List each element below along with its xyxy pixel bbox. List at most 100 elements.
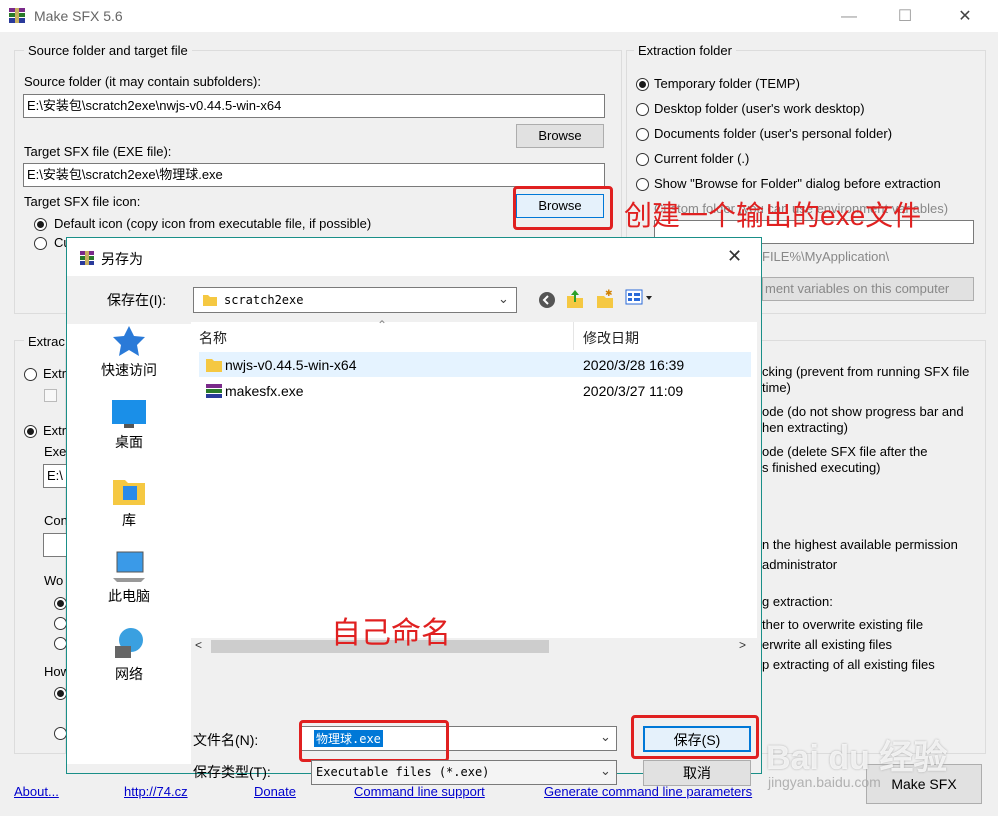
highlight-browse-box: [513, 186, 613, 230]
dialog-close-icon[interactable]: ✕: [727, 246, 742, 267]
desktop-folder-radio[interactable]: [636, 103, 649, 116]
command-line-link[interactable]: Command line support: [354, 784, 485, 799]
wo-label: Wo: [44, 573, 64, 588]
option-line-2: time): [762, 380, 791, 395]
disabled-checkbox[interactable]: [44, 389, 57, 402]
close-button[interactable]: ✕: [942, 4, 988, 30]
default-icon-radio[interactable]: [34, 218, 47, 231]
browse-source-button[interactable]: Browse: [516, 124, 604, 148]
custom-icon-radio[interactable]: [34, 237, 47, 250]
file-row[interactable]: makesfx.exe 2020/3/27 11:09: [199, 378, 751, 403]
maximize-button[interactable]: ☐: [882, 4, 928, 30]
website-link[interactable]: http://74.cz: [124, 784, 188, 799]
option-line-12: p extracting of all existing files: [762, 657, 935, 672]
filename-label: 文件名(N):: [193, 732, 259, 748]
place-label: 网络: [115, 666, 143, 682]
file-date: 2020/3/28 16:39: [583, 357, 685, 373]
scroll-right-icon[interactable]: >: [739, 638, 746, 652]
exe-input[interactable]: E:\: [43, 464, 67, 488]
browse-dialog-label: Show "Browse for Folder" dialog before e…: [654, 176, 941, 191]
date-column-header[interactable]: 修改日期: [583, 328, 639, 348]
sort-ascending-icon: ⌃: [377, 318, 388, 332]
up-folder-icon[interactable]: [565, 288, 585, 310]
browse-dialog-radio[interactable]: [636, 178, 649, 191]
folder-icon: [202, 292, 218, 308]
about-link[interactable]: About...: [14, 784, 59, 799]
highlight-save-box: [631, 715, 759, 759]
option-line-1: cking (prevent from running SFX file: [762, 364, 970, 379]
dialog-title: 另存为: [101, 251, 143, 267]
temp-folder-label: Temporary folder (TEMP): [654, 76, 800, 91]
chevron-down-icon: ⌄: [600, 763, 611, 778]
extract-option1-label: Extr: [43, 366, 67, 381]
env-variables-button[interactable]: ment variables on this computer: [762, 277, 974, 301]
extract-option1-radio[interactable]: [24, 368, 37, 381]
folder-icon: [205, 356, 223, 374]
column-divider: [573, 322, 574, 350]
name-column-header[interactable]: 名称: [199, 328, 227, 348]
places-bar: 快速访问 桌面 库 此电脑 网络: [67, 324, 191, 764]
chevron-down-icon: ⌄: [498, 291, 509, 306]
temp-folder-radio[interactable]: [636, 78, 649, 91]
dialog-body: 保存在(I): scratch2exe ⌄ ✱ 快速访问 桌面 库 此电脑 网络…: [67, 276, 761, 786]
save-in-combo[interactable]: scratch2exe ⌄: [193, 287, 517, 313]
place-label: 桌面: [115, 434, 143, 450]
filetype-combo[interactable]: Executable files (*.exe) ⌄: [311, 760, 617, 785]
place-desktop[interactable]: 桌面: [67, 396, 191, 452]
extract-option2-label: Extr: [43, 423, 67, 438]
place-label: 快速访问: [101, 362, 157, 378]
option-line-8: administrator: [762, 557, 838, 572]
window-title: Make SFX 5.6: [34, 8, 123, 24]
source-folder-input[interactable]: E:\安装包\scratch2exe\nwjs-v0.44.5-win-x64: [23, 94, 605, 118]
current-folder-label: Current folder (.): [654, 151, 750, 166]
documents-folder-radio[interactable]: [636, 128, 649, 141]
donate-link[interactable]: Donate: [254, 784, 296, 799]
place-this-pc[interactable]: 此电脑: [67, 548, 191, 606]
generate-params-link[interactable]: Generate command line parameters: [544, 784, 752, 799]
chevron-down-icon: ⌄: [600, 729, 611, 744]
svg-text:✱: ✱: [605, 288, 613, 298]
default-icon-label: Default icon (copy icon from executable …: [54, 216, 372, 231]
place-quick-access[interactable]: 快速访问: [67, 324, 191, 380]
save-in-value: scratch2exe: [224, 293, 304, 307]
icon-label: Target SFX file icon:: [24, 194, 141, 209]
window-title-bar: Make SFX 5.6 — ☐ ✕: [0, 0, 998, 32]
place-label: 此电脑: [108, 588, 150, 604]
desktop-folder-label: Desktop folder (user's work desktop): [654, 101, 865, 116]
save-in-label: 保存在(I):: [107, 292, 167, 308]
option-line-4: hen extracting): [762, 420, 848, 435]
option-line-10: ther to overwrite existing file: [762, 617, 924, 632]
desktop-icon: [67, 396, 191, 432]
place-library[interactable]: 库: [67, 472, 191, 530]
place-network[interactable]: 网络: [67, 624, 191, 684]
con-label: Con: [44, 513, 68, 528]
custom-folder-value: FILE%\MyApplication\: [762, 249, 890, 264]
minimize-button[interactable]: —: [826, 4, 872, 30]
back-icon[interactable]: [537, 290, 557, 310]
dialog-title-bar: 另存为 ✕: [67, 238, 761, 276]
extract-option2-radio[interactable]: [24, 425, 37, 438]
new-folder-icon[interactable]: ✱: [595, 288, 615, 310]
file-name: nwjs-v0.44.5-win-x64: [225, 357, 357, 373]
option-line-7: n the highest available permission: [762, 537, 958, 552]
current-folder-radio[interactable]: [636, 153, 649, 166]
horizontal-scrollbar[interactable]: < >: [191, 638, 757, 655]
file-date: 2020/3/27 11:09: [583, 383, 684, 399]
view-menu-icon[interactable]: [625, 288, 655, 308]
exe-label: Exe: [44, 444, 67, 459]
file-row[interactable]: nwjs-v0.44.5-win-x64 2020/3/28 16:39: [199, 352, 751, 377]
option-line-9: g extraction:: [762, 594, 833, 609]
winrar-icon: [79, 250, 95, 266]
place-label: 库: [122, 512, 136, 528]
filetype-value: Executable files (*.exe): [316, 765, 490, 779]
cancel-button[interactable]: 取消: [643, 760, 751, 786]
network-icon: [67, 624, 191, 664]
con-input[interactable]: [43, 533, 67, 557]
target-file-input[interactable]: E:\安装包\scratch2exe\物理球.exe: [23, 163, 605, 187]
annotation-self-name: 自己命名: [331, 617, 451, 650]
scroll-left-icon[interactable]: <: [195, 638, 202, 652]
highlight-filename-box: [299, 720, 449, 762]
target-file-label: Target SFX file (EXE file):: [24, 144, 172, 159]
option-line-6: s finished executing): [762, 460, 881, 475]
save-as-dialog: 另存为 ✕ 保存在(I): scratch2exe ⌄ ✱ 快速访问 桌面 库 …: [66, 237, 762, 786]
